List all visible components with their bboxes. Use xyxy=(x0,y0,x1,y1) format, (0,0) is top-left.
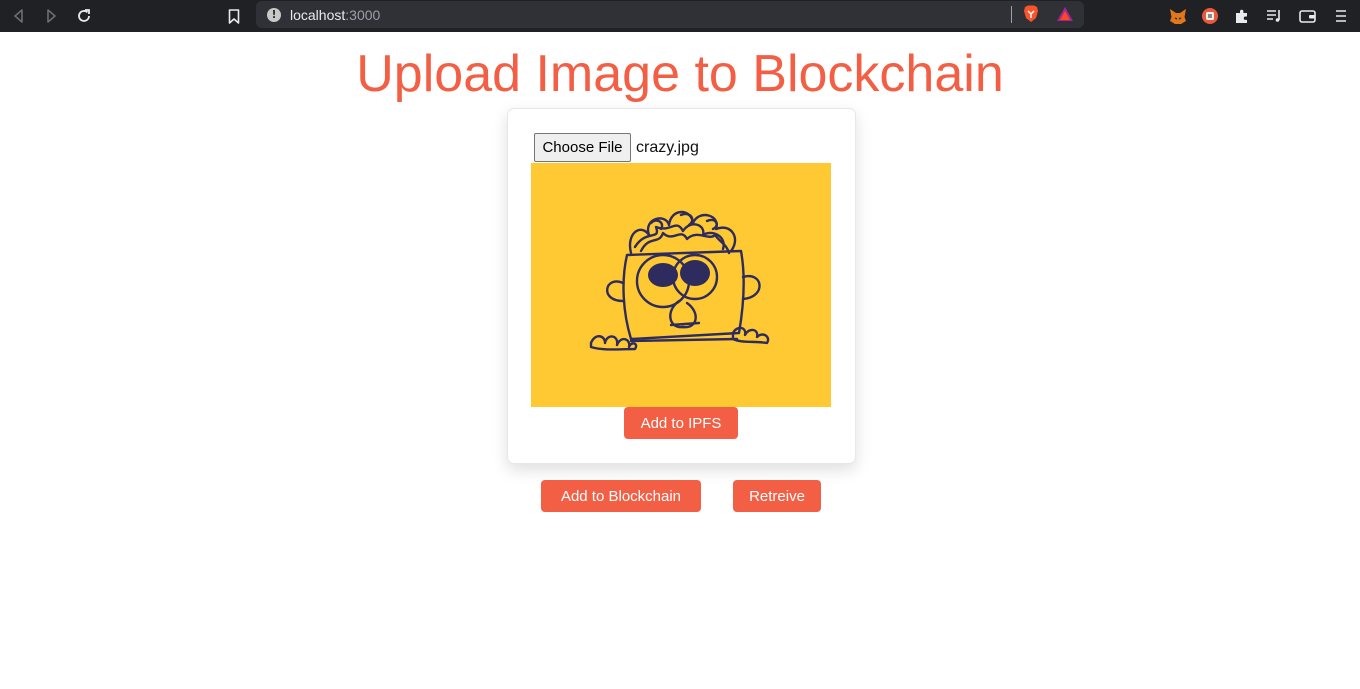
brave-rewards-icon[interactable] xyxy=(1055,4,1075,24)
browser-toolbar: ! localhost:3000 xyxy=(0,0,1360,32)
choose-file-button[interactable]: Choose File xyxy=(534,133,631,162)
upload-card: Choose File crazy.jpg Add to IPFS xyxy=(507,108,856,464)
add-to-ipfs-button[interactable]: Add to IPFS xyxy=(624,407,738,439)
site-info-icon[interactable]: ! xyxy=(267,7,281,22)
retrieve-button[interactable]: Retreive xyxy=(733,480,821,512)
selected-file-name: crazy.jpg xyxy=(636,139,699,156)
add-to-blockchain-button[interactable]: Add to Blockchain xyxy=(541,480,701,512)
crazy-face-illustration xyxy=(589,210,770,351)
url-host: localhost xyxy=(290,6,346,23)
menu-icon[interactable] xyxy=(1331,6,1351,26)
forward-icon[interactable] xyxy=(41,6,61,26)
page-title: Upload Image to Blockchain xyxy=(356,45,1004,103)
extensions-puzzle-icon[interactable] xyxy=(1232,6,1252,26)
wallet-icon[interactable] xyxy=(1297,6,1317,26)
back-icon[interactable] xyxy=(9,6,29,26)
address-bar[interactable]: ! localhost:3000 xyxy=(256,1,1084,28)
reload-icon[interactable] xyxy=(74,6,94,26)
bookmark-icon[interactable] xyxy=(224,6,244,26)
url-port: :3000 xyxy=(345,6,381,23)
address-divider xyxy=(1011,6,1012,23)
reading-list-icon[interactable] xyxy=(1264,6,1284,26)
image-preview xyxy=(531,163,831,407)
metamask-icon[interactable] xyxy=(1168,6,1188,26)
extension-badge-icon[interactable] xyxy=(1200,6,1220,26)
brave-shields-icon[interactable] xyxy=(1021,4,1041,24)
